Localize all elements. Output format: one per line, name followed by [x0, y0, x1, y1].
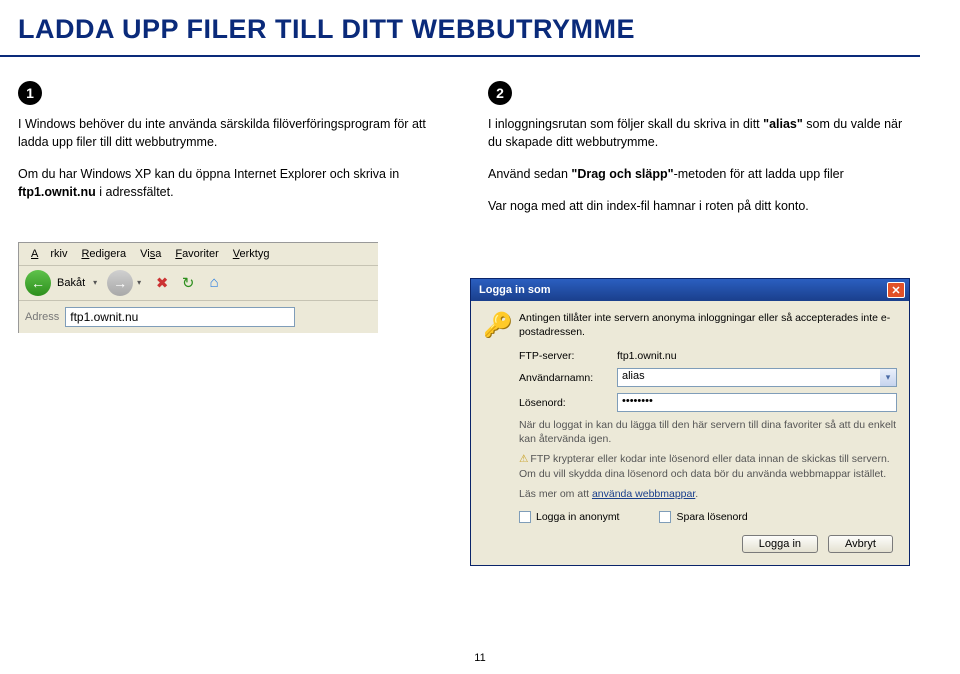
link-prefix: Läs mer om att	[519, 488, 592, 500]
page-number: 11	[0, 652, 960, 664]
step-1-p2a: Om du har Windows XP kan du öppna Intern…	[18, 167, 399, 181]
login-dialog: Logga in som ✕ 🔑 Antingen tillåter inte …	[470, 278, 910, 566]
step-2-para-3: Var noga med att din index-fil hamnar i …	[488, 197, 918, 215]
step-1-column: 1 I Windows behöver du inte använda särs…	[18, 81, 448, 333]
forward-button[interactable]: →	[107, 270, 133, 296]
checkbox-icon[interactable]	[519, 511, 531, 523]
step-1-para-1: I Windows behöver du inte använda särski…	[18, 115, 448, 151]
login-button[interactable]: Logga in	[742, 535, 818, 553]
check-anon[interactable]: Logga in anonymt	[519, 511, 619, 523]
s2p2c: -metoden för att ladda upp filer	[674, 167, 844, 181]
label-server: FTP-server:	[519, 350, 609, 362]
ie-menubar: Arkiv Redigera Visa Favoriter Verktyg	[19, 243, 378, 266]
home-icon[interactable]: ⌂	[203, 272, 225, 294]
check-save[interactable]: Spara lösenord	[659, 511, 747, 523]
step-1-p2b: ftp1.ownit.nu	[18, 185, 96, 199]
page-title: LADDA UPP FILER TILL DITT WEBBUTRYMME	[0, 0, 920, 57]
step-2-para-2: Använd sedan "Drag och släpp"-metoden fö…	[488, 165, 918, 183]
step-2-para-1: I inloggningsrutan som följer skall du s…	[488, 115, 918, 151]
menu-redigera[interactable]: Redigera	[75, 246, 132, 262]
step-1-para-2: Om du har Windows XP kan du öppna Intern…	[18, 165, 448, 201]
dialog-info-1: När du loggat in kan du lägga till den h…	[519, 418, 897, 446]
link-suffix: .	[695, 488, 698, 500]
checkbox-icon[interactable]	[659, 511, 671, 523]
forward-dropdown-icon[interactable]: ▾	[137, 278, 141, 287]
menu-verktyg[interactable]: Verktyg	[227, 246, 276, 262]
lock-icon: ⚠	[519, 453, 528, 465]
username-input[interactable]: alias	[617, 368, 880, 387]
back-label: Bakåt	[57, 277, 85, 289]
refresh-icon[interactable]: ↻	[177, 272, 199, 294]
password-input[interactable]: ••••••••	[617, 393, 897, 412]
check-save-label: Spara lösenord	[676, 511, 747, 523]
username-dropdown-icon[interactable]: ▾	[880, 368, 897, 387]
dialog-info-2: ⚠FTP krypterar eller kodar inte lösenord…	[519, 452, 897, 480]
label-user: Användarnamn:	[519, 372, 609, 384]
address-label: Adress	[25, 311, 59, 323]
dialog-intro: Antingen tillåter inte servern anonyma i…	[519, 311, 897, 340]
cancel-button[interactable]: Avbryt	[828, 535, 893, 553]
s2p2a: Använd sedan	[488, 167, 571, 181]
value-server: ftp1.ownit.nu	[617, 350, 897, 362]
key-icon: 🔑	[483, 311, 511, 340]
label-pass: Lösenord:	[519, 397, 609, 409]
back-dropdown-icon[interactable]: ▾	[93, 278, 97, 287]
address-input[interactable]: ftp1.ownit.nu	[65, 307, 295, 327]
dialog-link-line: Läs mer om att använda webbmappar.	[519, 487, 897, 501]
menu-favoriter[interactable]: Favoriter	[169, 246, 224, 262]
menu-arkiv[interactable]: Arkiv	[25, 246, 73, 262]
dialog-title: Logga in som	[479, 284, 551, 296]
s2p2b: "Drag och släpp"	[571, 167, 673, 181]
check-anon-label: Logga in anonymt	[536, 511, 619, 523]
webbmappar-link[interactable]: använda webbmappar	[592, 488, 695, 500]
ie-addressbar: Adress ftp1.ownit.nu	[19, 301, 378, 333]
close-icon[interactable]: ✕	[887, 282, 905, 298]
dialog-info-2-text: FTP krypterar eller kodar inte lösenord …	[519, 453, 890, 479]
ie-buttonbar: ← Bakåt ▾ → ▾ ✖ ↻ ⌂	[19, 266, 378, 301]
menu-visa[interactable]: Visa	[134, 246, 167, 262]
s2p1b: "alias"	[763, 117, 803, 131]
step-1-badge: 1	[18, 81, 42, 105]
step-2-badge: 2	[488, 81, 512, 105]
dialog-titlebar: Logga in som ✕	[471, 279, 909, 301]
s2p1a: I inloggningsrutan som följer skall du s…	[488, 117, 763, 131]
ie-toolbar-screenshot: Arkiv Redigera Visa Favoriter Verktyg ← …	[18, 242, 378, 333]
back-button[interactable]: ←	[25, 270, 51, 296]
step-1-p2c: i adressfältet.	[96, 185, 174, 199]
stop-icon[interactable]: ✖	[151, 272, 173, 294]
